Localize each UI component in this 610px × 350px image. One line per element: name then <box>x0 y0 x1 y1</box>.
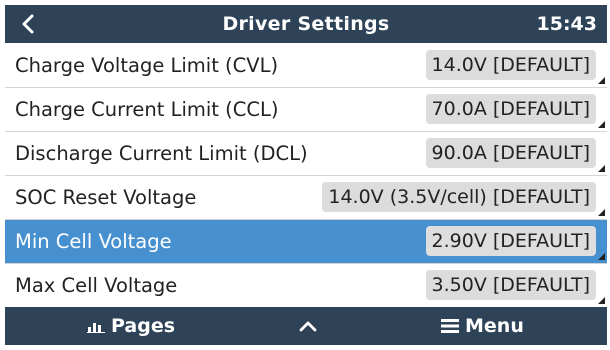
setting-row-cvl[interactable]: Charge Voltage Limit (CVL) 14.0V [DEFAUL… <box>5 44 607 88</box>
setting-label: Min Cell Voltage <box>15 230 172 253</box>
hamburger-icon <box>441 319 459 333</box>
setting-row-dcl[interactable]: Discharge Current Limit (DCL) 90.0A [DEF… <box>5 132 607 176</box>
edit-corner-icon <box>598 297 605 304</box>
setting-value[interactable]: 14.0V [DEFAULT] <box>425 50 596 80</box>
setting-row-min-cell[interactable]: Min Cell Voltage 2.90V [DEFAULT] <box>5 220 607 264</box>
setting-row-ccl[interactable]: Charge Current Limit (CCL) 70.0A [DEFAUL… <box>5 88 607 132</box>
setting-label: SOC Reset Voltage <box>15 186 197 209</box>
page-title: Driver Settings <box>222 13 390 35</box>
setting-value[interactable]: 2.90V [DEFAULT] <box>425 226 596 256</box>
setting-value[interactable]: 90.0A [DEFAULT] <box>425 138 596 168</box>
header-bar: Driver Settings 15:43 <box>5 5 607 43</box>
setting-row-soc-reset[interactable]: SOC Reset Voltage 14.0V (3.5V/cell) [DEF… <box>5 176 607 220</box>
edit-corner-icon <box>598 121 605 128</box>
setting-row-max-cell[interactable]: Max Cell Voltage 3.50V [DEFAULT] <box>5 264 607 308</box>
bar-chart-icon <box>87 323 105 333</box>
menu-button[interactable]: Menu <box>441 307 524 345</box>
edit-corner-icon <box>598 209 605 216</box>
edit-corner-icon <box>598 253 605 260</box>
setting-value[interactable]: 3.50V [DEFAULT] <box>425 270 596 300</box>
menu-label: Menu <box>465 315 524 337</box>
edit-corner-icon <box>598 165 605 172</box>
setting-label: Charge Voltage Limit (CVL) <box>15 54 279 77</box>
scroll-up-button[interactable] <box>293 307 323 345</box>
chevron-up-icon <box>299 321 317 332</box>
screen: Driver Settings 15:43 Charge Voltage Lim… <box>5 5 607 345</box>
setting-label: Discharge Current Limit (DCL) <box>15 142 308 165</box>
pages-label: Pages <box>111 315 176 337</box>
pages-button[interactable]: Pages <box>87 307 175 345</box>
setting-label: Charge Current Limit (CCL) <box>15 98 279 121</box>
footer-bar: Pages Menu <box>5 307 607 345</box>
setting-value[interactable]: 14.0V (3.5V/cell) [DEFAULT] <box>322 182 596 212</box>
settings-list: Charge Voltage Limit (CVL) 14.0V [DEFAUL… <box>5 44 607 308</box>
setting-label: Max Cell Voltage <box>15 274 178 297</box>
edit-corner-icon <box>598 77 605 84</box>
setting-value[interactable]: 70.0A [DEFAULT] <box>425 94 596 124</box>
clock: 15:43 <box>536 13 597 35</box>
